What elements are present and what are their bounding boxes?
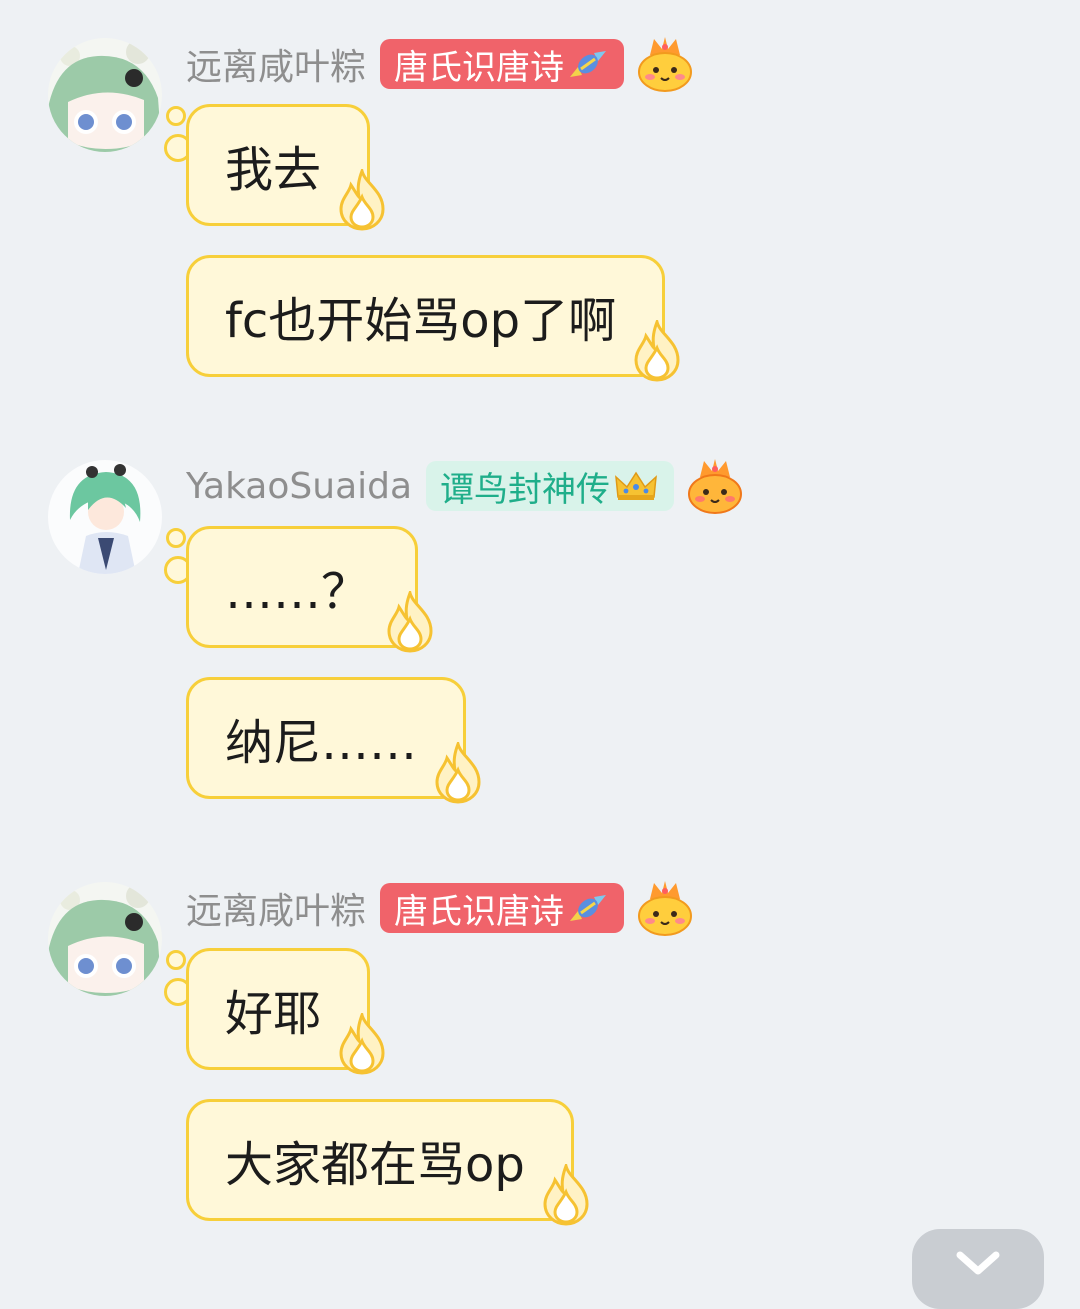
title-badge-label: 谭鸟封神传	[440, 469, 611, 510]
message-bubble[interactable]: fc也开始骂op了啊	[186, 255, 680, 382]
message-bubble[interactable]: 纳尼……	[186, 677, 481, 804]
message-text: fc也开始骂op了啊	[225, 293, 617, 349]
crown-face-icon	[638, 881, 693, 936]
candy-icon	[568, 47, 608, 81]
message-header: 远离咸叶粽 唐氏识唐诗	[186, 881, 694, 936]
message-text: 好耶	[225, 986, 322, 1042]
message-bubble[interactable]: 好耶	[186, 948, 385, 1075]
title-badge-label: 唐氏识唐诗	[394, 891, 565, 932]
message-bubble[interactable]: 大家都在骂op	[186, 1099, 589, 1226]
flame-icon	[339, 1013, 385, 1075]
message-bubble[interactable]: 我去	[186, 104, 385, 231]
message-bubble[interactable]: ……？	[186, 526, 433, 653]
username[interactable]: YakaoSuaida	[186, 466, 412, 507]
bubble-tail	[166, 950, 186, 970]
flame-icon	[634, 320, 680, 382]
flame-icon	[543, 1164, 589, 1226]
flame-icon	[339, 169, 385, 231]
message-text: ……？	[225, 564, 370, 620]
message-text: 纳尼……	[225, 715, 418, 771]
avatar[interactable]	[48, 460, 162, 574]
bubble-tail	[166, 528, 186, 548]
candy-icon	[568, 891, 608, 925]
avatar[interactable]	[48, 38, 162, 152]
scroll-to-bottom-button[interactable]	[912, 1229, 1044, 1309]
crown-face-icon	[688, 459, 743, 514]
message-header: 远离咸叶粽 唐氏识唐诗	[186, 37, 694, 92]
username[interactable]: 远离咸叶粽	[186, 882, 366, 934]
avatar[interactable]	[48, 882, 162, 996]
crown-icon	[614, 469, 658, 503]
crown-face-icon	[638, 37, 693, 92]
message-text: 大家都在骂op	[225, 1137, 525, 1193]
title-badge[interactable]: 唐氏识唐诗	[380, 39, 625, 89]
message-text: 我去	[225, 142, 322, 198]
title-badge-label: 唐氏识唐诗	[394, 47, 565, 88]
flame-icon	[387, 591, 433, 653]
title-badge[interactable]: 唐氏识唐诗	[380, 883, 625, 933]
flame-icon	[435, 742, 481, 804]
title-badge[interactable]: 谭鸟封神传	[426, 461, 675, 511]
username[interactable]: 远离咸叶粽	[186, 38, 366, 90]
message-header: YakaoSuaida 谭鸟封神传	[186, 459, 744, 514]
chevron-down-icon	[956, 1251, 1000, 1275]
bubble-tail	[166, 106, 186, 126]
